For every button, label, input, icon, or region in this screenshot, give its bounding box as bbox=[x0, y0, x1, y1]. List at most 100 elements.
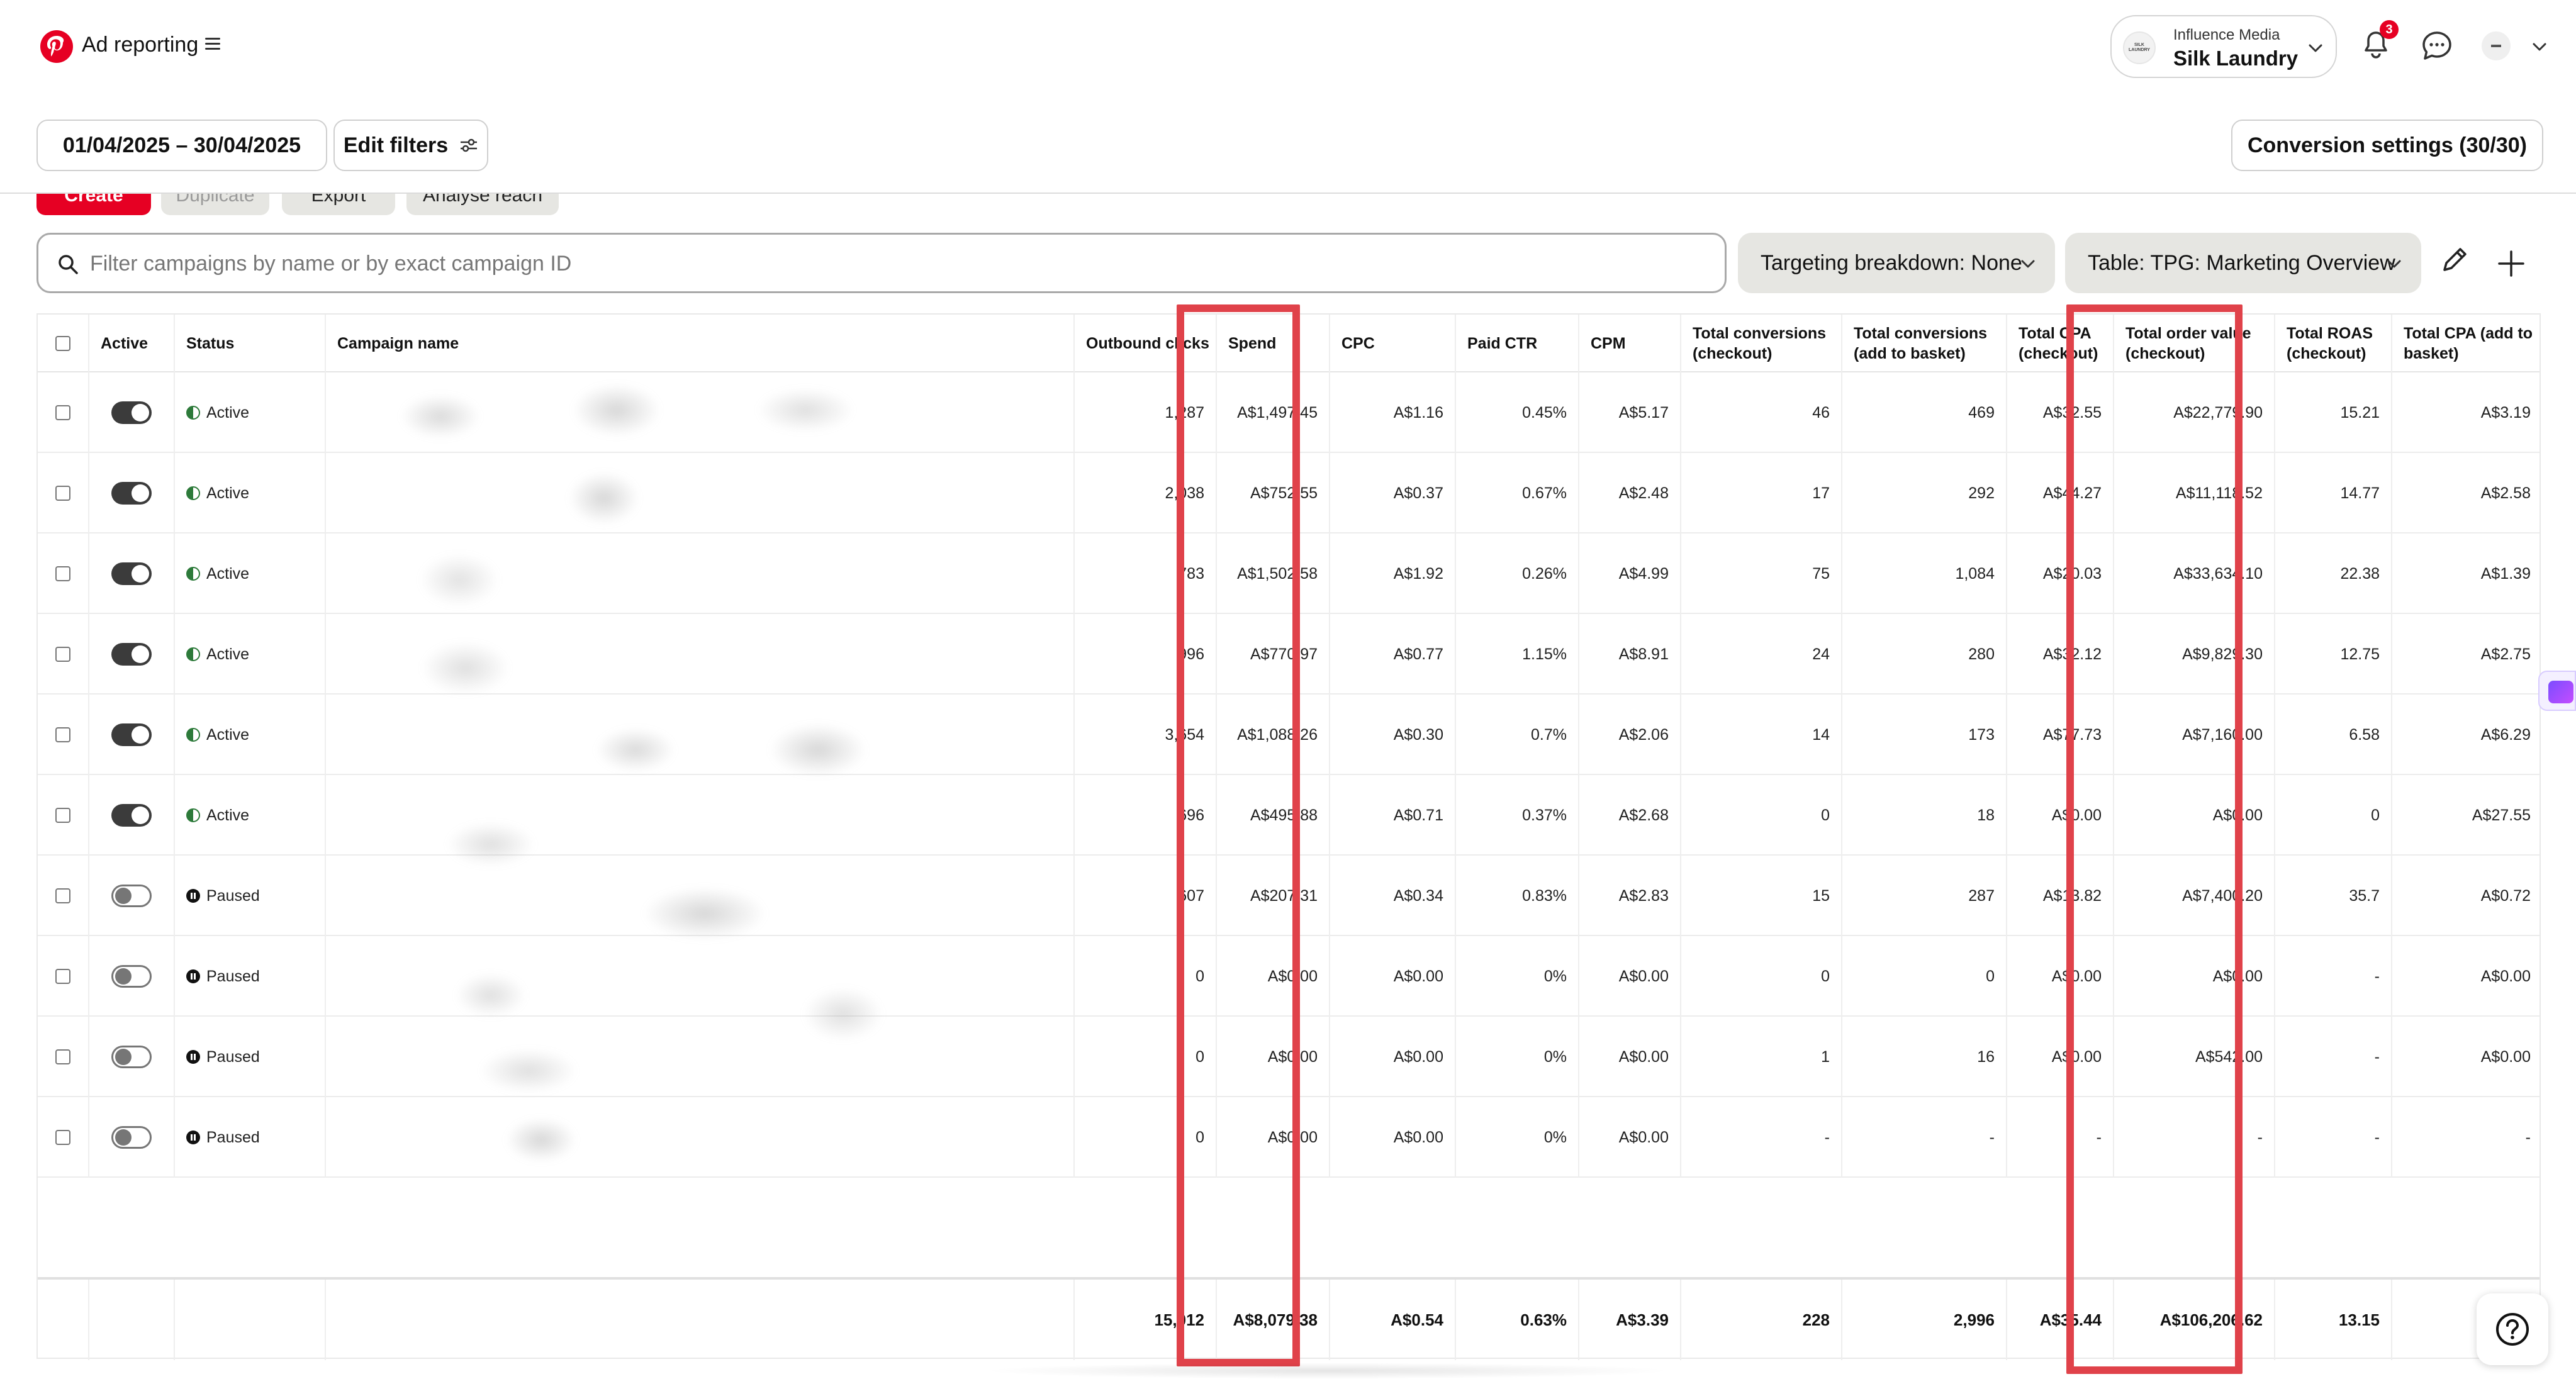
help-button[interactable] bbox=[2477, 1293, 2548, 1365]
active-toggle[interactable] bbox=[111, 482, 152, 505]
column-header-cpm[interactable]: CPM bbox=[1579, 315, 1681, 372]
table-select[interactable]: Table: TPG: Marketing Overview bbox=[2065, 233, 2421, 293]
cell-cpa-checkout: A$0.00 bbox=[2007, 1017, 2114, 1097]
chevron-down-icon[interactable] bbox=[2531, 38, 2548, 55]
toggle-knob bbox=[132, 645, 149, 663]
user-avatar[interactable] bbox=[2482, 31, 2511, 60]
cell-spend: A$207.31 bbox=[1217, 856, 1330, 936]
cell-cpa-basket: A$6.29 bbox=[2480, 725, 2531, 744]
row-checkbox[interactable] bbox=[55, 727, 70, 742]
cell-roas: 15.21 bbox=[2275, 372, 2392, 453]
status-label: Paused bbox=[206, 886, 260, 905]
conversion-settings-label: Conversion settings (30/30) bbox=[2247, 133, 2527, 157]
active-toggle[interactable] bbox=[111, 1126, 152, 1149]
cell-cpm: A$0.00 bbox=[1579, 936, 1681, 1017]
search-box[interactable] bbox=[36, 233, 1727, 293]
cell-roas: - bbox=[2275, 1097, 2392, 1178]
cell-cpa-basket: A$1.39 bbox=[2480, 564, 2531, 583]
row-checkbox[interactable] bbox=[55, 647, 70, 662]
cell-order-value: A$11,118.52 bbox=[2114, 453, 2275, 533]
pencil-icon[interactable] bbox=[2439, 243, 2472, 276]
messages-icon[interactable] bbox=[2420, 29, 2454, 63]
row-select-cell bbox=[38, 372, 89, 453]
column-header-spend[interactable]: Spend bbox=[1217, 315, 1330, 372]
column-header-total-conversions-basket[interactable]: Total conversions (add to basket) bbox=[1842, 315, 2007, 372]
active-toggle[interactable] bbox=[111, 643, 152, 666]
cell-order-value: A$22,779.90 bbox=[2114, 372, 2275, 453]
cell-order-value: A$33,634.10 bbox=[2114, 533, 2275, 614]
row-checkbox[interactable] bbox=[55, 1049, 70, 1064]
status-label: Paused bbox=[206, 967, 260, 985]
toggle-knob bbox=[115, 1049, 132, 1065]
help-icon bbox=[2496, 1313, 2529, 1346]
column-header-total-cpa-basket[interactable]: Total CPA (add to basket) bbox=[2392, 315, 2542, 372]
cell-roas: 14.77 bbox=[2275, 453, 2392, 533]
status-label: Active bbox=[206, 403, 250, 422]
cell-cpm: A$0.00 bbox=[1579, 1097, 1681, 1178]
row-checkbox[interactable] bbox=[55, 808, 70, 823]
cell-conversions-basket: 16 bbox=[1842, 1017, 2007, 1097]
pinterest-logo-icon[interactable] bbox=[40, 30, 73, 63]
column-header-total-conversions-checkout[interactable]: Total conversions (checkout) bbox=[1681, 315, 1842, 372]
column-header-total-order-value[interactable]: Total order value (checkout) bbox=[2114, 315, 2275, 372]
toggle-knob bbox=[115, 968, 132, 985]
cell-cpm: A$0.00 bbox=[1579, 1017, 1681, 1097]
cell-conversions-basket: 173 bbox=[1842, 695, 2007, 775]
row-checkbox[interactable] bbox=[55, 969, 70, 984]
row-checkbox[interactable] bbox=[55, 888, 70, 903]
hamburger-menu-icon[interactable] bbox=[205, 38, 220, 50]
active-toggle[interactable] bbox=[111, 723, 152, 746]
active-toggle[interactable] bbox=[111, 804, 152, 827]
active-toggle-cell bbox=[89, 775, 175, 856]
cell-order-value: A$542.00 bbox=[2114, 1017, 2275, 1097]
cell-cpa-basket: A$3.19 bbox=[2480, 403, 2531, 422]
row-select-cell bbox=[38, 614, 89, 695]
active-status-icon bbox=[186, 567, 200, 581]
paused-status-icon bbox=[186, 969, 200, 983]
toggle-knob bbox=[132, 807, 149, 824]
column-header-active[interactable]: Active bbox=[89, 315, 175, 372]
date-range-button[interactable]: 01/04/2025 – 30/04/2025 bbox=[36, 120, 327, 171]
status-cell: Active bbox=[175, 372, 326, 453]
totals-row: 15,012 A$8,079.38 A$0.54 0.63% A$3.39 22… bbox=[38, 1277, 2540, 1360]
active-status-icon bbox=[186, 486, 200, 500]
total-paid-ctr: 0.63% bbox=[1456, 1280, 1579, 1360]
page-title: Ad reporting bbox=[82, 33, 199, 57]
cell-cpm: A$8.91 bbox=[1579, 614, 1681, 695]
plus-icon[interactable] bbox=[2495, 248, 2527, 279]
row-checkbox[interactable] bbox=[55, 1130, 70, 1145]
cell-roas: 12.75 bbox=[2275, 614, 2392, 695]
status-cell: Active bbox=[175, 775, 326, 856]
row-checkbox[interactable] bbox=[55, 486, 70, 501]
column-header-paid-ctr[interactable]: Paid CTR bbox=[1456, 315, 1579, 372]
status-cell: Active bbox=[175, 695, 326, 775]
row-checkbox[interactable] bbox=[55, 405, 70, 420]
column-header-total-cpa-checkout[interactable]: Total CPA (checkout) bbox=[2007, 315, 2114, 372]
row-checkbox[interactable] bbox=[55, 566, 70, 581]
search-input[interactable] bbox=[89, 246, 1700, 281]
targeting-breakdown-select[interactable]: Targeting breakdown: None bbox=[1738, 233, 2055, 293]
edit-filters-button[interactable]: Edit filters bbox=[333, 120, 488, 171]
column-header-campaign-name[interactable]: Campaign name bbox=[326, 315, 1075, 372]
select-all-cell bbox=[38, 315, 89, 372]
cell-cpc: A$0.00 bbox=[1330, 936, 1456, 1017]
extension-widget[interactable] bbox=[2538, 671, 2576, 711]
column-header-total-roas[interactable]: Total ROAS (checkout) bbox=[2275, 315, 2392, 372]
active-toggle[interactable] bbox=[111, 965, 152, 988]
column-header-cpc[interactable]: CPC bbox=[1330, 315, 1456, 372]
column-header-outbound-clicks[interactable]: Outbound clicks bbox=[1075, 315, 1217, 372]
active-toggle[interactable] bbox=[111, 401, 152, 424]
active-toggle[interactable] bbox=[111, 562, 152, 585]
cell-cpc: A$0.00 bbox=[1330, 1017, 1456, 1097]
conversion-settings-button[interactable]: Conversion settings (30/30) bbox=[2231, 120, 2543, 171]
cell-outbound-clicks: 996 bbox=[1075, 614, 1217, 695]
active-toggle[interactable] bbox=[111, 1046, 152, 1068]
cell-roas: - bbox=[2275, 936, 2392, 1017]
status-label: Active bbox=[206, 645, 250, 663]
column-header-status[interactable]: Status bbox=[175, 315, 326, 372]
account-switcher[interactable]: SILK LAUNDRY Influence Media Silk Laundr… bbox=[2110, 15, 2337, 78]
active-toggle-cell bbox=[89, 1017, 175, 1097]
active-toggle[interactable] bbox=[111, 885, 152, 907]
account-avatar: SILK LAUNDRY bbox=[2123, 31, 2156, 64]
select-all-checkbox[interactable] bbox=[55, 336, 70, 351]
